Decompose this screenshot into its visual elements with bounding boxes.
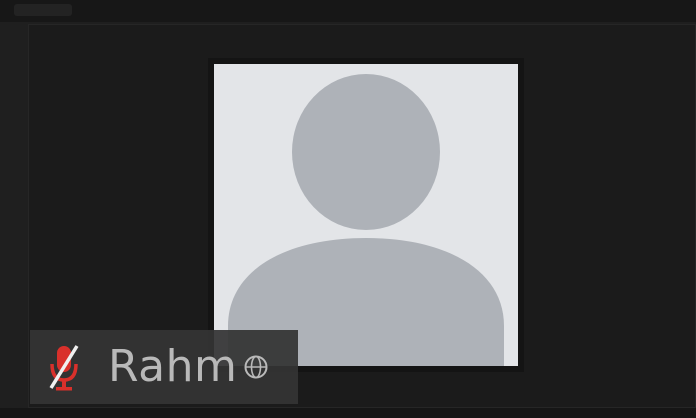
default-avatar-image	[214, 64, 518, 366]
bottom-strip	[0, 408, 696, 418]
person-silhouette-icon	[214, 64, 518, 366]
mic-muted-icon[interactable]	[44, 341, 84, 393]
participant-name: Rahm	[108, 341, 238, 392]
toolbar-indicator	[14, 4, 72, 16]
meeting-stage: Rahm	[0, 0, 696, 418]
top-toolbar-strip	[0, 0, 696, 22]
globe-badge-icon	[241, 352, 271, 382]
participant-name-tag: Rahm	[30, 330, 298, 404]
participant-avatar	[208, 58, 524, 372]
